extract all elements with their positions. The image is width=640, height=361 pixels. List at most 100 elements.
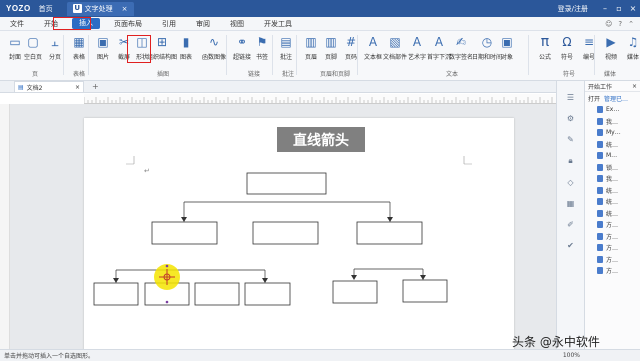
ribbon-button-picture[interactable]: ▣ 图片 bbox=[92, 33, 114, 67]
ribbon: ▭ 封面 ▢ 空白页 ⫠ 分页 ▦ 表格 ▣ 图片 ✂ 截屏 ◫ 形状 ⊞ 组织结构图 ▮ 图表 ∿ 函数图像 ⚭ 超链接… bbox=[0, 31, 640, 81]
manage-link[interactable]: 管理已… bbox=[604, 94, 628, 103]
file-icon bbox=[597, 209, 603, 217]
recent-file-item[interactable]: 统… bbox=[585, 208, 640, 220]
collapse-ribbon-icon[interactable]: ⌃ bbox=[628, 20, 634, 28]
title-bar: YOZO 首页 U 文字处理 × 登录/注册 – ▫ × bbox=[0, 0, 640, 17]
layout-icon[interactable]: ▦ bbox=[567, 199, 575, 208]
ribbon-button-blank-page[interactable]: ▢ 空白页 bbox=[22, 33, 44, 67]
recent-file-item[interactable]: My… bbox=[585, 127, 640, 139]
ribbon-button-textbox[interactable]: A 文本框 bbox=[362, 33, 384, 67]
recent-file-item[interactable]: 我… bbox=[585, 173, 640, 185]
close-document-icon[interactable]: × bbox=[75, 84, 80, 91]
ribbon-button-bookmark[interactable]: ⚑ 书签 bbox=[251, 33, 273, 67]
file-icon bbox=[597, 152, 603, 160]
org-box-top bbox=[246, 172, 327, 195]
ribbon-button-dropcap[interactable]: A 首字下沉 bbox=[427, 33, 451, 67]
panel-title: 开始工作 bbox=[588, 83, 613, 91]
horizontal-ruler[interactable] bbox=[83, 94, 556, 104]
ribbon-button-label: 组织结构图 bbox=[147, 54, 178, 61]
shapes-icon[interactable]: ◇ bbox=[567, 178, 573, 187]
textbox-icon: A bbox=[368, 35, 378, 49]
recent-file-item[interactable]: 我… bbox=[585, 116, 640, 128]
ribbon-button-org-chart[interactable]: ⊞ 组织结构图 bbox=[147, 33, 177, 67]
menu-review[interactable]: 审阅 bbox=[186, 17, 220, 31]
menu-page-layout[interactable]: 页面布局 bbox=[104, 17, 152, 31]
ribbon-button-function-graph[interactable]: ∿ 函数图像 bbox=[202, 33, 226, 67]
home-tab[interactable]: 首页 bbox=[39, 4, 53, 14]
document-tab[interactable]: ▤ 文档2 × bbox=[14, 81, 84, 92]
user-icon[interactable]: ☺ bbox=[605, 20, 612, 28]
recent-file-item[interactable]: 方… bbox=[585, 265, 640, 277]
ribbon-group-label: 媒体 bbox=[604, 71, 617, 78]
ribbon-button-label: 符号 bbox=[560, 54, 573, 61]
zoom-level[interactable]: 100% bbox=[563, 352, 580, 359]
document-icon: ▤ bbox=[18, 83, 24, 91]
status-bar: 单击并拖动可插入一个自选图形。 100% bbox=[0, 349, 640, 361]
recent-file-item[interactable]: Ex… bbox=[585, 104, 640, 116]
file-icon bbox=[597, 117, 603, 125]
ribbon-button-symbol[interactable]: Ω 符号 bbox=[556, 33, 578, 67]
ribbon-group-divider bbox=[88, 35, 89, 75]
style-icon[interactable]: ☰ bbox=[567, 93, 574, 102]
recent-file-name: 方… bbox=[606, 268, 619, 276]
file-icon bbox=[597, 255, 603, 263]
ribbon-button-wordart[interactable]: A 艺术字 bbox=[406, 33, 428, 67]
menu-developer[interactable]: 开发工具 bbox=[254, 17, 302, 31]
ribbon-button-comment[interactable]: ▤ 批注 bbox=[275, 33, 297, 67]
ribbon-button-label: 媒体 bbox=[626, 54, 639, 61]
recent-file-item[interactable]: 统… bbox=[585, 196, 640, 208]
recent-file-item[interactable]: M… bbox=[585, 150, 640, 162]
title-text: 直线箭头 bbox=[293, 132, 349, 149]
recent-file-item[interactable]: 统… bbox=[585, 139, 640, 151]
ribbon-button-signature[interactable]: ✍ 数字签名 bbox=[449, 33, 473, 67]
ribbon-group-divider bbox=[272, 35, 273, 75]
menu-file[interactable]: 文件 bbox=[0, 17, 34, 31]
ribbon-button-header[interactable]: ▥ 页眉 bbox=[300, 33, 322, 67]
ribbon-button-datetime[interactable]: ◷ 日期和时间 bbox=[472, 33, 502, 67]
ribbon-button-numbering[interactable]: ≡ 编号 bbox=[578, 33, 600, 67]
recent-file-item[interactable]: 方… bbox=[585, 254, 640, 266]
org-box-level3-6 bbox=[402, 279, 448, 303]
app-tab-word[interactable]: U 文字处理 × bbox=[66, 1, 134, 16]
ribbon-button-media[interactable]: ♫ 媒体 bbox=[622, 33, 640, 67]
ribbon-group-divider bbox=[594, 35, 595, 75]
ribbon-button-footer[interactable]: ▥ 页脚 bbox=[320, 33, 342, 67]
maximize-icon[interactable]: ▫ bbox=[612, 4, 626, 13]
app-tab-label: 文字处理 bbox=[84, 4, 113, 13]
highlight-insert-menu bbox=[53, 17, 91, 30]
help-icon[interactable]: ? bbox=[618, 20, 622, 28]
format-icon[interactable]: ✎ bbox=[567, 135, 574, 144]
recent-file-name: M… bbox=[606, 152, 618, 160]
ribbon-button-doc-parts[interactable]: ▧ 文档部件 bbox=[383, 33, 407, 67]
ribbon-button-page-number[interactable]: # 页码 bbox=[340, 33, 362, 67]
close-window-icon[interactable]: × bbox=[626, 4, 640, 13]
ribbon-button-formula[interactable]: π 公式 bbox=[534, 33, 556, 67]
ribbon-button-table[interactable]: ▦ 表格 bbox=[68, 33, 90, 67]
panel-close-icon[interactable]: × bbox=[632, 83, 637, 90]
ribbon-button-video[interactable]: ▶ 视频 bbox=[600, 33, 622, 67]
check-icon[interactable]: ✔ bbox=[567, 241, 574, 250]
menu-view[interactable]: 视图 bbox=[220, 17, 254, 31]
menu-references[interactable]: 引用 bbox=[152, 17, 186, 31]
ribbon-button-label: 批注 bbox=[279, 54, 292, 61]
login-link[interactable]: 登录/注册 bbox=[558, 4, 588, 14]
org-box-level2-right bbox=[356, 221, 423, 245]
recent-file-item[interactable]: 统… bbox=[585, 185, 640, 197]
edit-icon[interactable]: ✐ bbox=[567, 220, 574, 229]
adjust-icon[interactable]: ⚙ bbox=[567, 114, 574, 123]
document-page[interactable]: 直线箭头 ↵ bbox=[84, 118, 514, 349]
lock-icon[interactable]: 🔒︎ bbox=[568, 156, 572, 166]
recent-file-item[interactable]: 方… bbox=[585, 231, 640, 243]
ribbon-button-object[interactable]: ▣ 对象 bbox=[496, 33, 518, 67]
ribbon-button-chart[interactable]: ▮ 图表 bbox=[175, 33, 197, 67]
vertical-ruler[interactable] bbox=[0, 104, 10, 349]
media-icon: ♫ bbox=[627, 35, 639, 49]
new-document-button[interactable]: + bbox=[92, 82, 99, 91]
recent-file-item[interactable]: 方… bbox=[585, 242, 640, 254]
ribbon-button-hyperlink[interactable]: ⚭ 超链接 bbox=[231, 33, 253, 67]
recent-file-item[interactable]: 方… bbox=[585, 219, 640, 231]
minimize-icon[interactable]: – bbox=[598, 4, 612, 13]
recent-file-item[interactable]: 锁… bbox=[585, 162, 640, 174]
doc-parts-icon: ▧ bbox=[389, 35, 401, 49]
close-tab-icon[interactable]: × bbox=[122, 5, 128, 13]
